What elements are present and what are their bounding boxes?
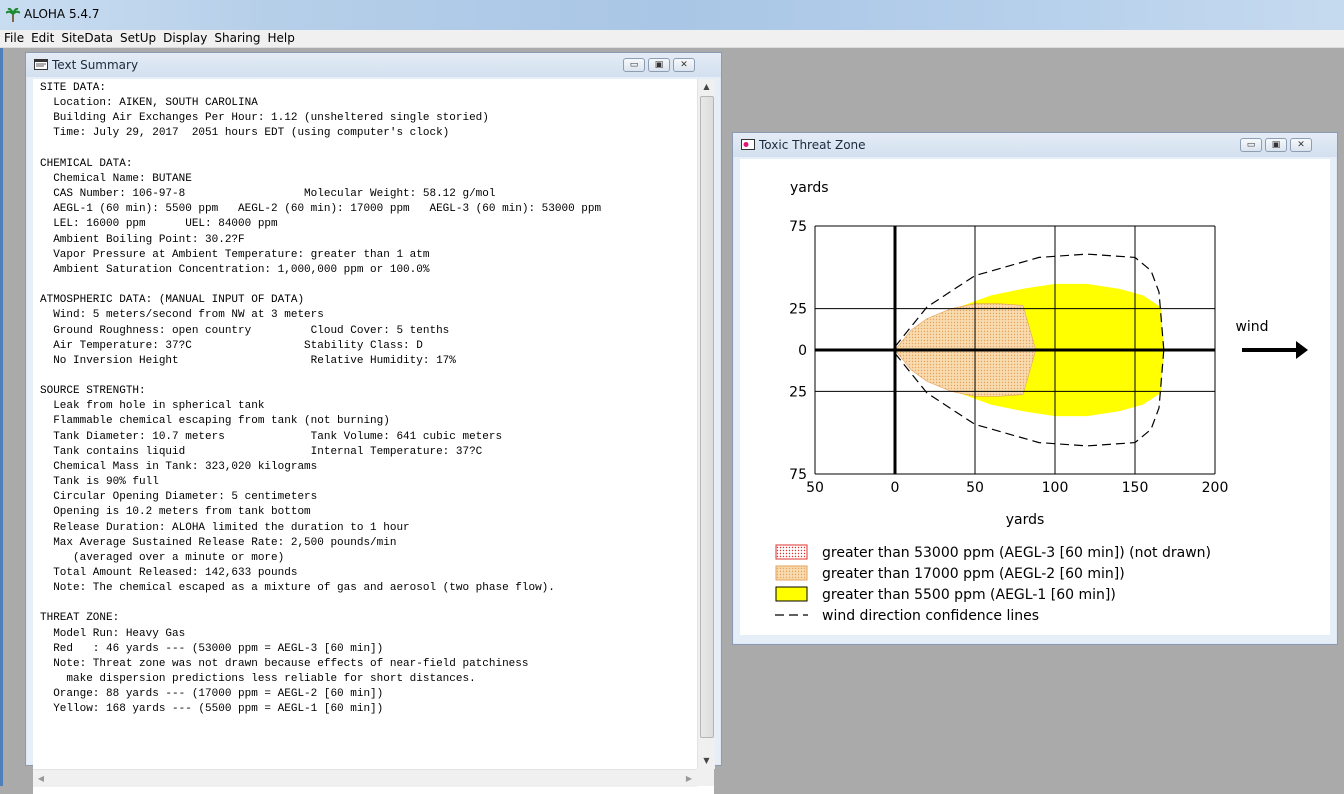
y-tick-label: 75 — [789, 467, 807, 483]
threat-zone-content: 75 25 0 25 75 50 0 50 100 150 200 yards yards wind gr… — [740, 159, 1330, 635]
text-summary-lines: SITE DATA: Location: AIKEN, SOUTH CAROLI… — [40, 82, 602, 716]
scroll-up-arrow-icon[interactable]: ▲ — [698, 79, 715, 95]
menu-setup[interactable]: SetUp — [117, 30, 159, 46]
text-summary-titlebar[interactable]: Text Summary ▭ ▣ ✕ — [26, 53, 721, 77]
scroll-right-arrow-icon[interactable]: ▶ — [681, 770, 697, 787]
threat-zone-icon — [741, 139, 755, 150]
app-title: ALOHA 5.4.7 — [24, 7, 100, 21]
x-tick-label: 100 — [1042, 480, 1069, 496]
legend-swatch — [775, 565, 808, 581]
minimize-button[interactable]: ▭ — [623, 58, 645, 72]
x-axis-label: yards — [1006, 512, 1045, 528]
wind-label: wind — [1235, 319, 1268, 335]
app-titlebar: ALOHA 5.4.7 — [0, 0, 1344, 31]
y-tick-label: 75 — [789, 219, 807, 235]
threat-close-button[interactable]: ✕ — [1290, 138, 1312, 152]
y-tick-label: 0 — [798, 343, 807, 359]
legend-swatch — [775, 544, 808, 560]
menu-sitedata[interactable]: SiteData — [58, 30, 116, 46]
text-summary-title: Text Summary — [52, 58, 139, 72]
x-tick-label: 150 — [1122, 480, 1149, 496]
y-tick-label: 25 — [789, 302, 807, 318]
menu-bar: File Edit SiteData SetUp Display Sharing Help — [0, 30, 1344, 48]
scrollbar-corner — [697, 769, 714, 786]
text-summary-window[interactable]: Text Summary ▭ ▣ ✕ SITE DATA: Location: … — [25, 52, 722, 794]
threat-zone-title: Toxic Threat Zone — [759, 138, 866, 152]
x-tick-label: 200 — [1202, 480, 1229, 496]
horizontal-scrollbar[interactable]: ◀ ▶ — [33, 769, 697, 787]
menu-sharing[interactable]: Sharing — [211, 30, 263, 46]
palm-tree-icon — [6, 8, 20, 22]
toxic-threat-zone-window[interactable]: Toxic Threat Zone ▭ ▣ ✕ 75 25 0 25 75 50 0 50 10… — [732, 132, 1338, 645]
menu-edit[interactable]: Edit — [28, 30, 57, 46]
threat-zone-titlebar[interactable]: Toxic Threat Zone ▭ ▣ ✕ — [733, 133, 1337, 157]
close-button[interactable]: ✕ — [673, 58, 695, 72]
text-summary-body[interactable]: SITE DATA: Location: AIKEN, SOUTH CAROLI… — [33, 79, 697, 789]
legend-label: greater than 17000 ppm (AEGL-2 [60 min]) — [822, 566, 1125, 582]
threat-zone-plot: 75250257550 0 50 100 150 200yardsyardswind gr… — [775, 180, 1308, 624]
legend-label: greater than 5500 ppm (AEGL-1 [60 min]) — [822, 587, 1116, 603]
legend-label: greater than 53000 ppm (AEGL-3 [60 min])… — [822, 545, 1211, 561]
maximize-button[interactable]: ▣ — [648, 58, 670, 72]
menu-file[interactable]: File — [1, 30, 27, 46]
x-tick-label: 50 — [966, 480, 984, 496]
text-summary-content: SITE DATA: Location: AIKEN, SOUTH CAROLI… — [33, 79, 715, 794]
scroll-down-arrow-icon[interactable]: ▼ — [698, 753, 715, 769]
legend-label: wind direction confidence lines — [822, 608, 1039, 624]
x-tick-label: 50 — [806, 480, 824, 496]
vertical-scroll-thumb[interactable] — [700, 96, 714, 738]
scroll-left-arrow-icon[interactable]: ◀ — [33, 770, 49, 787]
wind-arrowhead-icon — [1296, 341, 1308, 359]
vertical-scrollbar[interactable]: ▲ ▼ — [697, 79, 715, 769]
x-tick-label: 0 — [891, 480, 900, 496]
threat-minimize-button[interactable]: ▭ — [1240, 138, 1262, 152]
threat-maximize-button[interactable]: ▣ — [1265, 138, 1287, 152]
legend-swatch — [775, 586, 808, 602]
y-axis-label: yards — [790, 180, 829, 196]
menu-help[interactable]: Help — [264, 30, 297, 46]
menu-display[interactable]: Display — [160, 30, 210, 46]
text-document-icon — [34, 59, 48, 70]
mdi-left-border — [0, 48, 3, 786]
y-tick-label: 25 — [789, 384, 807, 400]
